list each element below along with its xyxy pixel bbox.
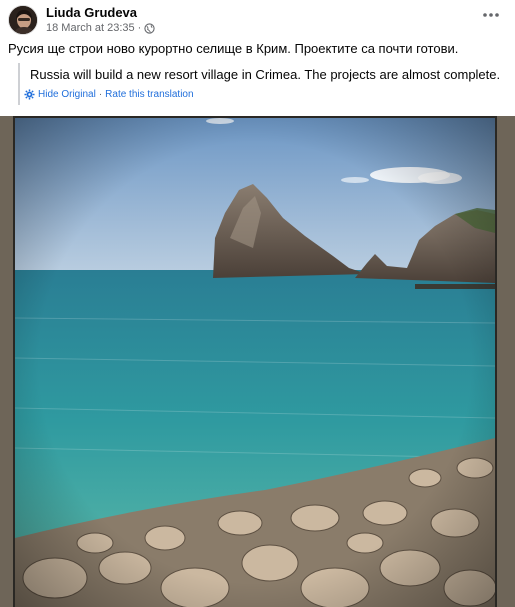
- translation-box: Russia will build a new resort village i…: [18, 63, 501, 105]
- post-meta: 18 March at 23:35 ·: [46, 22, 155, 34]
- post-text: Русия ще строи ново курортно селище в Кр…: [8, 41, 459, 56]
- post-photo[interactable]: [15, 118, 495, 607]
- translation-text: Russia will build a new resort village i…: [30, 67, 501, 82]
- author-name[interactable]: Liuda Grudeva: [46, 5, 137, 20]
- hide-original-link[interactable]: Hide Original: [38, 89, 96, 100]
- post-header: Liuda Grudeva 18 March at 23:35 ·: [8, 3, 507, 37]
- avatar-image: [9, 6, 37, 34]
- globe-icon: [144, 22, 155, 34]
- rate-translation-link[interactable]: Rate this translation: [105, 89, 193, 100]
- translation-links: Hide Original · Rate this translation: [24, 89, 194, 100]
- gear-icon[interactable]: [24, 89, 35, 100]
- meta-separator: ·: [137, 22, 142, 34]
- avatar[interactable]: [8, 5, 38, 35]
- more-options-icon[interactable]: [479, 7, 503, 27]
- post-timestamp[interactable]: 18 March at 23:35: [46, 22, 135, 34]
- photo-frame: [0, 116, 515, 607]
- link-separator: ·: [98, 89, 103, 100]
- seascape-image: [15, 118, 495, 607]
